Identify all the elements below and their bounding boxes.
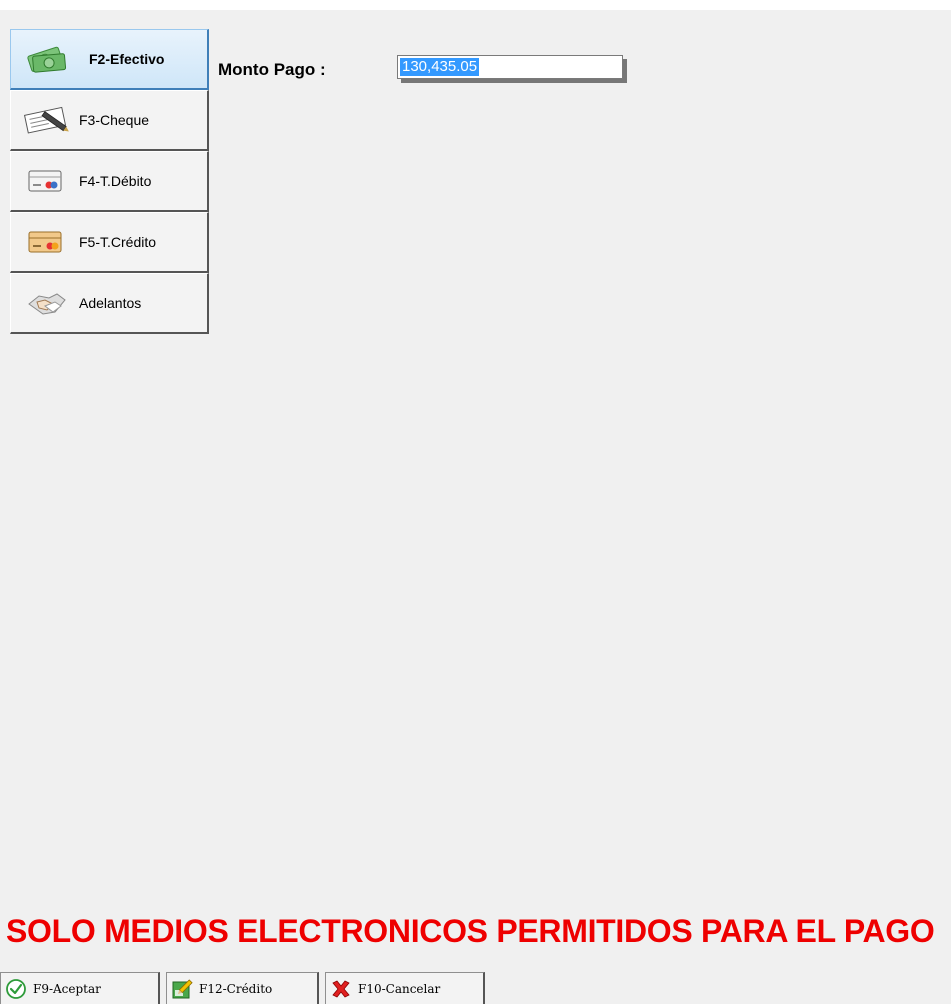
adelantos-button[interactable]: Adelantos	[10, 273, 209, 334]
accept-label: F9-Aceptar	[33, 981, 101, 996]
accept-button[interactable]: F9-Aceptar	[0, 972, 160, 1004]
handshake-icon	[23, 286, 69, 320]
monto-pago-value: 130,435.05	[400, 58, 480, 76]
credit-button[interactable]: F12-Crédito	[166, 972, 319, 1004]
cheque-label: F3-Cheque	[79, 112, 150, 128]
close-icon	[330, 978, 352, 1000]
debito-label: F4-T.Débito	[79, 173, 152, 189]
monto-pago-field[interactable]: 130,435.05	[397, 55, 623, 79]
credit-card-icon	[23, 225, 69, 259]
credito-button[interactable]: F5-T.Crédito	[10, 212, 209, 273]
monto-pago-label: Monto Pago :	[218, 60, 326, 79]
top-strip	[0, 0, 951, 10]
payment-method-menu: F2-Efectivo F3-Cheque F4-T.Débito F5-T.C…	[10, 29, 209, 334]
cash-icon	[23, 42, 69, 76]
cheque-button[interactable]: F3-Cheque	[10, 90, 209, 151]
efectivo-label: F2-Efectivo	[89, 51, 165, 67]
debito-button[interactable]: F4-T.Débito	[10, 151, 209, 212]
cancel-button[interactable]: F10-Cancelar	[325, 972, 485, 1004]
credit-label: F12-Crédito	[199, 981, 273, 996]
check-circle-icon	[5, 978, 27, 1000]
credito-label: F5-T.Crédito	[79, 234, 157, 250]
cancel-label: F10-Cancelar	[358, 981, 441, 996]
credit-edit-icon	[171, 978, 193, 1000]
electronic-payment-warning: SOLO MEDIOS ELECTRONICOS PERMITIDOS PARA…	[6, 913, 935, 949]
cheque-icon	[23, 103, 69, 137]
adelantos-label: Adelantos	[79, 295, 142, 311]
efectivo-button[interactable]: F2-Efectivo	[10, 29, 209, 90]
debit-card-icon	[23, 164, 69, 198]
